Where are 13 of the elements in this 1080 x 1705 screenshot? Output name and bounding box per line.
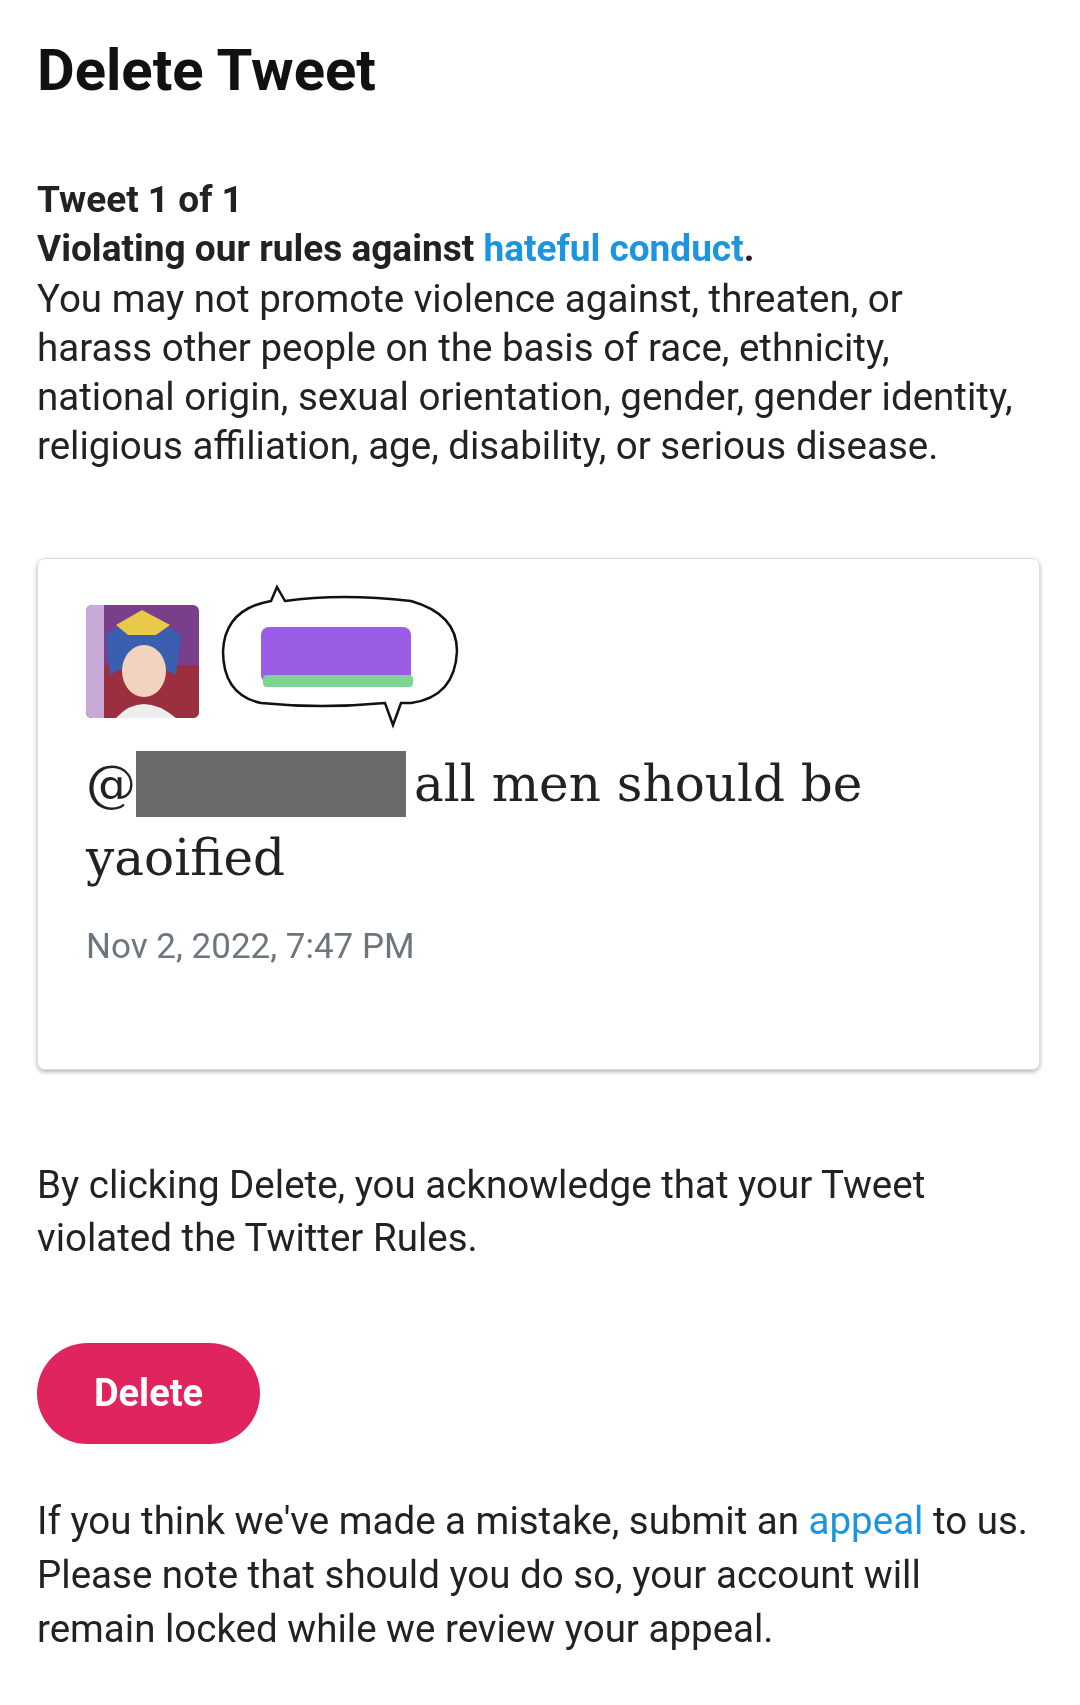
page-title: Delete Tweet xyxy=(37,35,377,106)
rule-description: You may not promote violence against, threaten, or harass other people on the basis of race, ethnicity, national origin, sexual orientation, gender, gender identity, religious affiliation, age, disability, or serious disease. xyxy=(37,275,1014,470)
tweet-counter: Tweet 1 of 1 xyxy=(37,177,244,223)
rule-link[interactable]: hateful conduct xyxy=(483,227,744,270)
tweet-text: yaoified xyxy=(86,828,287,889)
appeal-link[interactable]: appeal xyxy=(808,1498,924,1543)
appeal-text: If you think we've made a mistake, submit an appeal to us. Please note that should you do so, your account will remain locked while we review your appeal. xyxy=(37,1497,1029,1653)
tweet-timestamp: Nov 2, 2022, 7:47 PM xyxy=(86,925,416,969)
tweet-text: all men should be xyxy=(414,754,863,815)
violation-heading: Violating our rules against hateful conduct. xyxy=(37,226,756,272)
acknowledgement-text: By clicking Delete, you acknowledge that your Tweet violated the Twitter Rules. xyxy=(37,1161,927,1262)
delete-button[interactable]: Delete xyxy=(37,1343,260,1444)
mention-handle: @ xyxy=(86,754,136,815)
